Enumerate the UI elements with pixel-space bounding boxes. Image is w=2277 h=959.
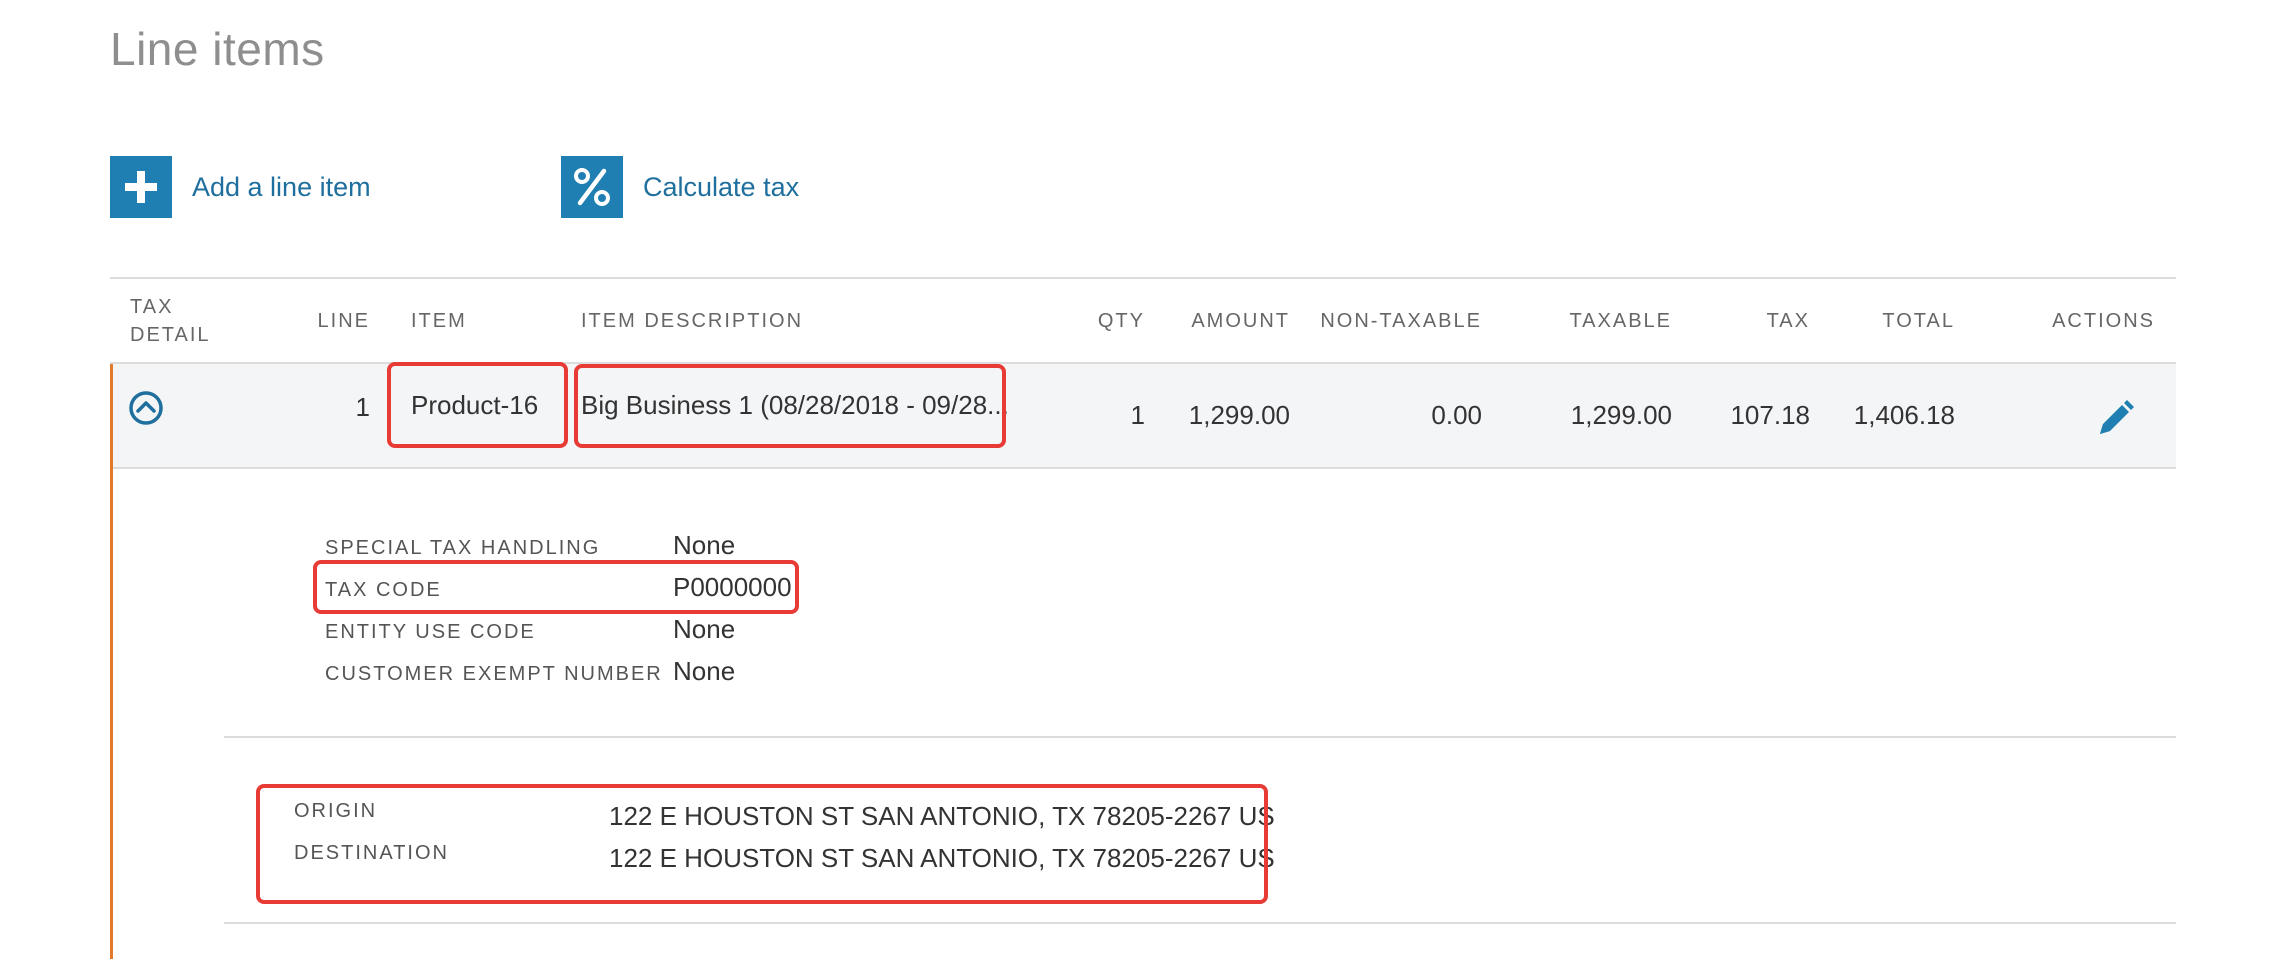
special-tax-handling-value: None xyxy=(673,530,736,560)
header-amount: AMOUNT xyxy=(1191,310,1290,332)
row-amount: 1,299.00 xyxy=(1188,400,1290,430)
header-qty: QTY xyxy=(1097,310,1145,332)
address-divider xyxy=(224,922,2176,924)
entity-use-code-label: ENTITY USE CODE xyxy=(325,621,536,643)
calculate-tax-button[interactable]: Calculate tax xyxy=(561,156,799,218)
header-item-description: ITEM DESCRIPTION xyxy=(581,310,804,332)
add-line-item-label: Add a line item xyxy=(192,171,371,202)
row-taxable: 1,299.00 xyxy=(1570,400,1672,430)
header-line: LINE xyxy=(317,310,370,332)
chevron-up-circle-icon[interactable] xyxy=(128,390,164,426)
special-tax-handling-label: SPECIAL TAX HANDLING xyxy=(325,537,601,559)
table-top-border xyxy=(110,277,2176,279)
header-tax: TAX xyxy=(1766,310,1810,332)
customer-exempt-number-value: None xyxy=(673,656,736,686)
percent-icon xyxy=(561,156,623,218)
highlight-item xyxy=(387,362,568,448)
pencil-icon[interactable] xyxy=(2096,398,2136,438)
highlight-tax-code xyxy=(313,560,799,614)
highlight-description xyxy=(574,364,1006,448)
header-tax-detail-2: DETAIL xyxy=(130,324,211,346)
calculate-tax-label: Calculate tax xyxy=(643,171,800,202)
row-line: 1 xyxy=(355,392,370,422)
plus-icon xyxy=(110,156,172,218)
customer-exempt-number-label: CUSTOMER EXEMPT NUMBER xyxy=(325,663,663,685)
tax-detail-bar xyxy=(110,364,113,959)
header-item: ITEM xyxy=(411,310,467,332)
header-tax-detail-1: TAX xyxy=(130,296,174,318)
header-non-taxable: NON-TAXABLE xyxy=(1320,310,1482,332)
row-bottom-border xyxy=(110,467,2176,469)
header-total: TOTAL xyxy=(1882,310,1955,332)
add-line-item-button[interactable]: Add a line item xyxy=(110,156,371,218)
header-actions: ACTIONS xyxy=(2052,310,2155,332)
row-qty: 1 xyxy=(1130,400,1145,430)
detail-divider xyxy=(224,736,2176,738)
entity-use-code-value: None xyxy=(673,614,736,644)
row-non-taxable: 0.00 xyxy=(1431,400,1482,430)
row-tax: 107.18 xyxy=(1730,400,1810,430)
header-taxable: TAXABLE xyxy=(1569,310,1672,332)
row-total: 1,406.18 xyxy=(1853,400,1955,430)
highlight-addresses xyxy=(256,784,1268,904)
page-title: Line items xyxy=(110,23,325,75)
